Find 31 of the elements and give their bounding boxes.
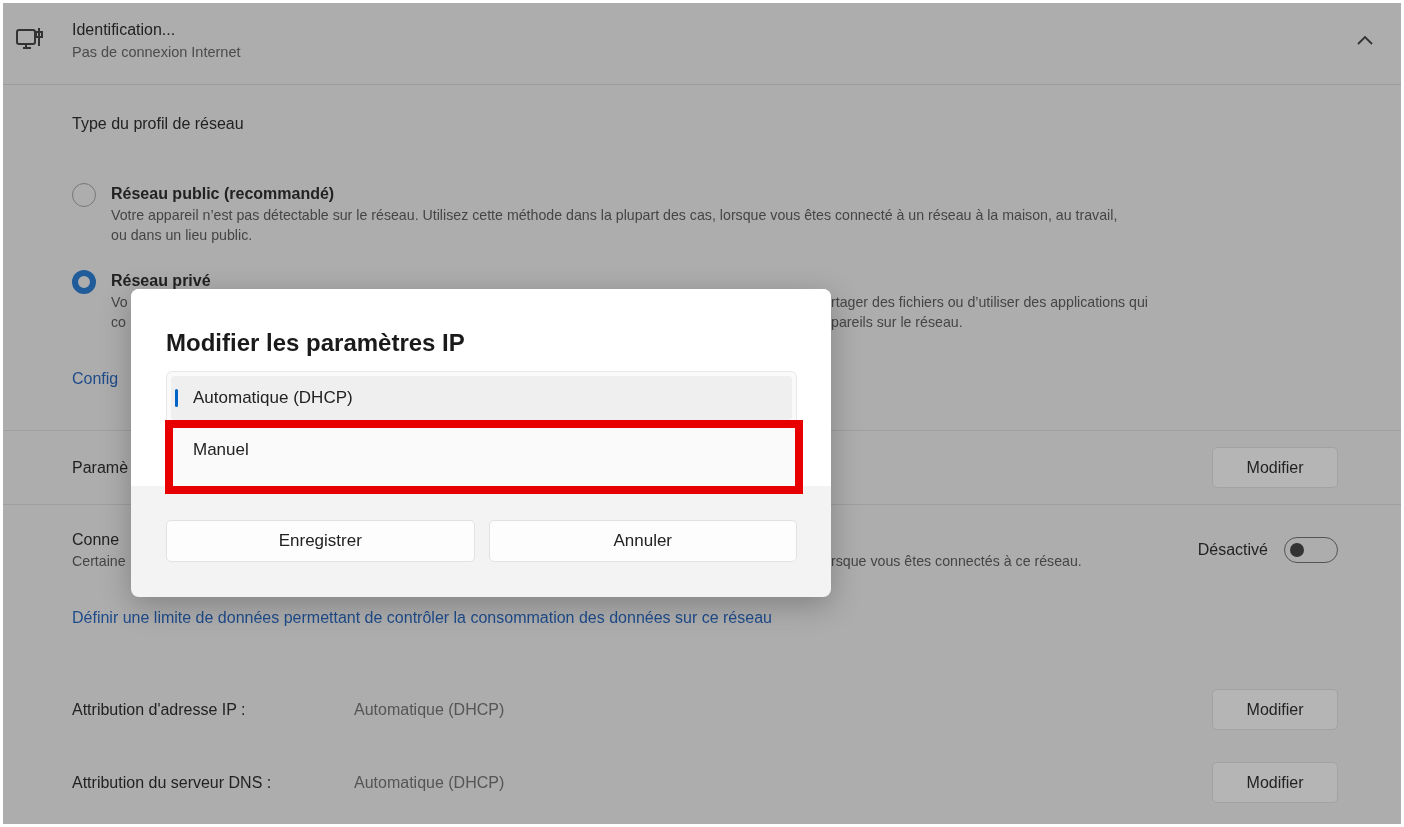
setting-label: Attribution du serveur DNS : (72, 773, 273, 792)
setting-label: Paramè (72, 458, 129, 477)
section-subtitle: Pas de connexion Internet (72, 44, 242, 60)
option-description: pareils sur le réseau. (831, 314, 963, 330)
toggle-state-label: Désactivé (1197, 541, 1268, 559)
dialog-button[interactable]: Enregistrer (166, 520, 475, 562)
radio-button[interactable] (72, 270, 96, 294)
dialog-button[interactable]: Annuler (488, 520, 797, 562)
modify-button[interactable]: Modifier (1212, 689, 1338, 730)
dropdown-option[interactable]: Automatique (DHCP) (171, 376, 792, 420)
option-title: Réseau privé (111, 272, 211, 290)
section-title: Identification... (72, 21, 177, 39)
profile-heading: Type du profil de réseau (72, 115, 245, 133)
setting-label: Conne (72, 531, 120, 549)
setting-value: Automatique (DHCP) (354, 700, 506, 719)
data-limit-link[interactable]: Définir une limite de données permettant de contrôler la consommation des données sur ce réseau (3, 595, 1401, 673)
dialog-title: Modifier les paramètres IP (166, 329, 466, 357)
setting-value: Automatique (DHCP) (354, 773, 506, 792)
option-description: rtager des fichiers ou d’utiliser des applications qui (831, 294, 1149, 310)
option-description: Vo (111, 294, 128, 310)
setting-label: Attribution d'adresse IP : (72, 700, 247, 719)
modify-button[interactable]: Modifier (1212, 447, 1338, 488)
modify-button[interactable]: Modifier (1212, 762, 1338, 803)
option-title: Réseau public (recommandé) (111, 185, 336, 203)
setting-description: Certaine (72, 553, 126, 569)
option-description: co (111, 314, 126, 330)
dropdown-option[interactable]: Manuel (171, 428, 792, 472)
option-description: ou dans un lieu public. (111, 227, 253, 243)
option-description: Votre appareil n’est pas détectable sur le réseau. Utilisez cette méthode dans la plupart des cas, lorsque vous êtes connecté à un réseau à la maison, au travail, (111, 207, 1118, 223)
setting-description: rsque vous êtes connectés à ce réseau. (831, 553, 1082, 569)
chevron-up-icon[interactable] (1357, 35, 1373, 45)
